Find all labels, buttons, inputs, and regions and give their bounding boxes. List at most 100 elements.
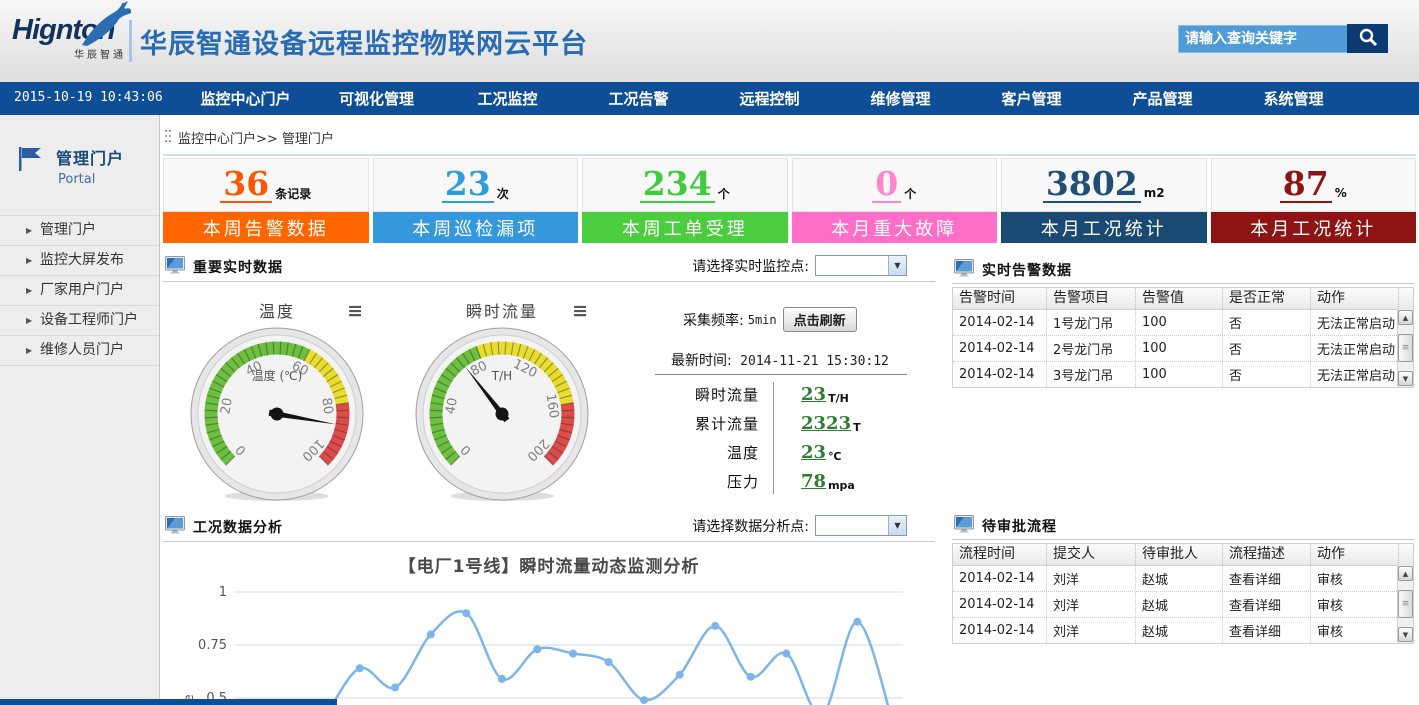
column-header: 动作 [1311,544,1399,565]
approval-table: 流程时间提交人待审批人流程描述动作2014-02-14刘洋赵城查看详细审核201… [952,543,1414,644]
stat-card-label[interactable]: 本月重大故障 [792,212,998,243]
nav-item[interactable]: 监控中心门户 [180,88,311,109]
breadcrumb-icon [165,129,171,147]
latest-time-label: 最新时间: [671,353,732,369]
reading-value[interactable]: 78 [801,471,826,492]
sidebar-item[interactable]: ▶ 监控大屏发布 [0,245,159,275]
sidebar-item[interactable]: ▶ 维修人员门户 [0,335,159,366]
chevron-down-icon: ▼ [888,516,906,535]
reading-unit: T [853,421,861,434]
reading-value[interactable]: 2323 [801,413,851,434]
nav-item[interactable]: 产品管理 [1097,88,1228,109]
hamburger-menu-icon[interactable]: ≡ [572,298,588,324]
sidebar-item[interactable]: ▶ 管理门户 [0,215,159,245]
reading-value[interactable]: 23 [801,442,826,463]
scroll-up-button[interactable]: ▲ [1398,310,1413,325]
scroll-up-button[interactable]: ▲ [1398,566,1413,581]
table-row: 2014-02-141号龙门吊100否无法正常启动 [953,310,1413,335]
sidebar-item[interactable]: ▶ 设备工程师门户 [0,305,159,335]
nav-item[interactable]: 工况告警 [573,88,704,109]
column-header: 流程描述 [1223,544,1311,565]
stat-card-label[interactable]: 本月工况统计 [1001,212,1207,243]
stat-value[interactable]: 3802 [1043,167,1141,203]
svg-text:T/H: T/H [491,369,512,383]
scroll-thumb[interactable]: ≡ [1398,590,1413,618]
column-header: 告警项目 [1047,288,1136,309]
stat-unit: 个 [718,185,730,202]
sidebar-item[interactable]: ▶ 厂家用户门户 [0,275,159,305]
arrow-right-icon: ▶ [26,276,32,305]
table-cell: 无法正常启动 [1311,362,1399,387]
table-cell: 查看详细 [1223,566,1311,591]
stat-card-label[interactable]: 本周巡检漏项 [373,212,579,243]
nav-item[interactable]: 远程控制 [704,88,835,109]
stat-card: 234 个 本周工单受理 [582,158,788,243]
table-cell: 赵城 [1136,566,1223,591]
chart-point [747,673,755,681]
svg-text:温度 (℃): 温度 (℃) [252,368,303,383]
arrow-right-icon: ▶ [26,306,32,335]
analysis-panel: 工况数据分析 请选择数据分析点: ▼ 【电厂1号线】瞬时流量动态监测分析 0.5… [163,512,935,705]
gauge-dial: 020406080100温度 (℃) [187,324,367,508]
column-header: 动作 [1311,288,1399,309]
table-cell: 2号龙门吊 [1047,336,1136,361]
readings-list: 瞬时流量 23 T/H 累计流量 2323 T 温度 23 ℃ 压力 78 mp… [633,380,923,496]
column-header: 待审批人 [1136,544,1223,565]
table-cell: 2014-02-14 [953,566,1047,591]
search-button[interactable] [1347,24,1388,53]
reading-row: 瞬时流量 23 T/H [633,380,923,409]
scroll-thumb[interactable]: ≡ [1398,334,1413,362]
realtime-data-panel: 重要实时数据 请选择实时监控点: ▼ 温度 ≡ 020406080100温度 (… [163,252,935,505]
chart-point [640,696,648,704]
portal-title: 管理门户 [56,145,124,169]
search-input[interactable] [1178,25,1348,53]
stat-card-label[interactable]: 本月工况统计 [1211,212,1417,243]
gauge-svg: 04080120160200T/H [412,324,592,504]
monitor-point-select[interactable]: ▼ [815,255,907,276]
stat-value[interactable]: 87 [1280,167,1332,203]
chart-title: 【电厂1号线】瞬时流量动态监测分析 [163,552,935,577]
collect-frequency-value: 5min [748,313,777,327]
stat-value[interactable]: 36 [220,167,272,203]
chart-line [253,611,893,705]
table-scrollbar[interactable]: ▲ ≡ ▼ [1397,565,1413,643]
nav-item[interactable]: 可视化管理 [311,88,442,109]
table-header-row: 流程时间提交人待审批人流程描述动作 [953,544,1413,566]
table-cell: 查看详细 [1223,618,1311,643]
bottom-strip [0,699,337,705]
panel-title: 待审批流程 [982,516,1057,536]
table-cell: 无法正常启动 [1311,336,1399,361]
reading-value[interactable]: 23 [801,384,826,405]
scroll-down-button[interactable]: ▼ [1398,371,1413,386]
alarm-panel: 实时告警数据 告警时间告警项目告警值是否正常动作2014-02-141号龙门吊1… [952,256,1414,388]
table-row: 2014-02-14刘洋赵城查看详细审核 [953,591,1413,617]
main-nav: 2015-10-19 10:43:06 监控中心门户可视化管理工况监控工况告警远… [0,82,1419,115]
scroll-down-button[interactable]: ▼ [1398,627,1413,642]
table-cell: 审核 [1311,618,1399,643]
stat-value[interactable]: 0 [872,167,901,203]
stat-card-label[interactable]: 本周告警数据 [163,212,369,243]
stat-unit: % [1335,186,1347,200]
nav-item[interactable]: 客户管理 [966,88,1097,109]
stat-value[interactable]: 23 [442,167,494,203]
chart-svg: 0.50.751value [163,580,935,705]
table-scrollbar[interactable]: ▲ ≡ ▼ [1397,309,1413,387]
table-cell: 100 [1136,336,1223,361]
stat-value[interactable]: 234 [640,167,715,203]
collect-frequency-row: 采集频率: 5min 点击刷新 [683,307,857,332]
stat-card-label[interactable]: 本周工单受理 [582,212,788,243]
stat-card: 36 条记录 本周告警数据 [163,158,369,243]
nav-item[interactable]: 工况监控 [442,88,573,109]
reading-row: 压力 78 mpa [633,467,923,496]
readings-divider [655,374,907,375]
sidebar-item-label: 监控大屏发布 [40,252,124,268]
logo: Hignton 华辰智通 [12,16,130,61]
analysis-point-select[interactable]: ▼ [815,515,907,536]
sidebar: 管理门户 Portal ▶ 管理门户 ▶ 监控大屏发布 ▶ 厂家用户门户 ▶ 设… [0,115,160,705]
svg-text:20: 20 [218,397,235,416]
table-cell: 刘洋 [1047,592,1136,617]
nav-item[interactable]: 系统管理 [1228,88,1359,109]
nav-item[interactable]: 维修管理 [835,88,966,109]
refresh-button[interactable]: 点击刷新 [783,307,857,332]
hamburger-menu-icon[interactable]: ≡ [347,298,363,324]
